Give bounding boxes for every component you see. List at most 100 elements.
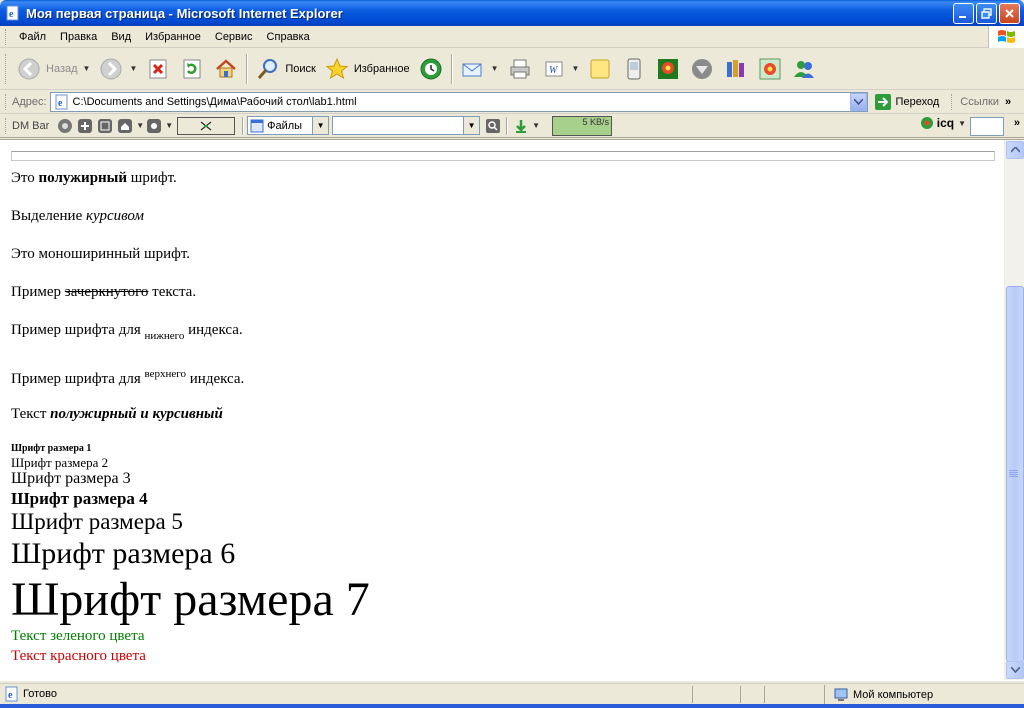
icq-button[interactable]: icq ▼ <box>920 116 966 130</box>
files-label: Файлы <box>267 119 303 132</box>
security-zone[interactable]: Мой компьютер <box>824 685 1024 704</box>
files-select[interactable]: Файлы ▼ <box>247 116 330 135</box>
toolbar-grip[interactable] <box>5 28 8 45</box>
print-button[interactable] <box>503 51 537 87</box>
chevron-down-icon[interactable]: ▼ <box>463 117 480 134</box>
address-dropdown-button[interactable] <box>849 92 867 111</box>
edit-button[interactable]: W ▼ <box>537 51 584 87</box>
print-icon <box>507 56 533 82</box>
dm-bar-label: DM Bar <box>12 119 50 132</box>
research-button[interactable] <box>719 51 753 87</box>
discuss-button[interactable] <box>583 51 617 87</box>
italic-text: курсивом <box>85 208 144 224</box>
speed-indicator: 5 KB/s <box>552 115 613 136</box>
back-dropdown-icon[interactable]: ▼ <box>83 64 91 73</box>
settings-icon[interactable] <box>145 117 163 135</box>
zone-label: Мой компьютер <box>853 688 934 701</box>
download-arrow-icon[interactable] <box>512 117 530 135</box>
chevron-down-icon <box>1010 667 1020 673</box>
contacts-button[interactable] <box>787 51 821 87</box>
search-label: Поиск <box>285 62 316 75</box>
chevron-down-icon[interactable]: ▼ <box>312 117 329 134</box>
links-label[interactable]: Ссылки <box>960 96 999 108</box>
ie-page-icon: e <box>5 686 18 702</box>
svg-text:e: e <box>58 98 63 109</box>
scroll-down-button[interactable] <box>1006 661 1024 679</box>
icq-input[interactable] <box>970 117 1004 136</box>
chevron-down-icon[interactable]: ▼ <box>958 119 966 128</box>
forward-arrow-icon <box>98 56 124 82</box>
address-url: C:\Documents and Settings\Дима\Рабочий с… <box>72 95 357 108</box>
mail-dropdown-icon[interactable]: ▼ <box>491 64 499 73</box>
menu-edit[interactable]: Правка <box>53 31 104 43</box>
title-bar[interactable]: e Моя первая страница - Microsoft Intern… <box>0 0 1024 26</box>
scroll-up-button[interactable] <box>1006 141 1024 159</box>
windows-flag-icon <box>997 30 1015 43</box>
chevron-down-icon[interactable]: ▼ <box>165 121 173 130</box>
forward-dropdown-icon[interactable]: ▼ <box>129 64 137 73</box>
menu-help[interactable]: Справка <box>260 31 317 43</box>
icq-flower-icon <box>920 117 933 129</box>
search-button[interactable]: Поиск <box>251 51 319 87</box>
menu-file[interactable]: Файл <box>12 31 53 43</box>
address-input[interactable]: e C:\Documents and Settings\Дима\Рабочий… <box>49 91 868 112</box>
go-button[interactable]: Переход <box>874 93 939 111</box>
scroll-thumb-grip <box>1009 470 1018 478</box>
add-icon[interactable] <box>76 117 94 135</box>
favorites-button[interactable]: Избранное <box>320 51 414 87</box>
toolbar-grip[interactable] <box>5 53 8 84</box>
chevron-more-icon[interactable]: » <box>1014 117 1020 129</box>
menu-tools[interactable]: Сервис <box>208 31 260 43</box>
toolbar-grip[interactable] <box>951 93 954 110</box>
maximize-button[interactable] <box>976 3 997 24</box>
home-button[interactable] <box>209 51 243 87</box>
standard-toolbar: Назад ▼ ▼ Поиск Избранное ▼ W ▼ <box>0 48 1024 90</box>
strike-text: зачеркнутого <box>64 284 149 300</box>
chevron-more-icon[interactable]: » <box>1005 96 1011 108</box>
globe-icon[interactable] <box>56 117 74 135</box>
menu-favorites[interactable]: Избранное <box>138 31 208 43</box>
font-size-7: Шрифт размера 7 <box>11 573 370 626</box>
minimize-button[interactable] <box>953 3 974 24</box>
close-button[interactable] <box>999 3 1020 24</box>
close-icon <box>1005 9 1014 18</box>
dm-toolbar: DM Bar ▼ ▼ Файлы ▼ ▼ ▼ 5 KB/s icq ▼ » <box>0 114 1024 138</box>
page-content: Это полужирный шрифт. Выделение курсивом… <box>0 140 1004 680</box>
icq-pro-button[interactable] <box>651 51 685 87</box>
horizontal-rule <box>11 151 995 161</box>
messenger-button[interactable] <box>617 51 651 87</box>
chevron-down-icon[interactable]: ▼ <box>532 121 540 130</box>
toolbar-grip[interactable] <box>5 117 8 134</box>
refresh-button[interactable] <box>175 51 209 87</box>
font-size-5: Шрифт размера 5 <box>11 509 183 534</box>
status-panel <box>740 685 764 703</box>
chevron-down-icon[interactable]: ▼ <box>136 121 144 130</box>
search-icon[interactable] <box>484 117 502 135</box>
shield-button[interactable] <box>685 51 719 87</box>
stop-button[interactable] <box>141 51 175 87</box>
back-button[interactable]: Назад ▼ <box>12 51 94 87</box>
dm-url-combo[interactable]: ▼ <box>332 116 481 135</box>
windows-logo <box>988 26 1024 48</box>
status-text: Готово <box>23 688 57 700</box>
forward-button[interactable]: ▼ <box>94 51 141 87</box>
bold-italic-line: Текст полужирный и курсивный <box>11 406 223 422</box>
ie-page-icon: e <box>55 94 68 109</box>
chevron-down-icon <box>853 98 863 105</box>
mail-button[interactable]: ▼ <box>456 51 503 87</box>
windows-icon[interactable] <box>96 117 114 135</box>
download-indicator[interactable] <box>177 116 236 135</box>
menu-view[interactable]: Вид <box>104 31 138 43</box>
device-icon <box>621 56 647 82</box>
toolbar-separator <box>246 53 249 84</box>
history-button[interactable] <box>414 51 448 87</box>
toolbar-grip[interactable] <box>5 93 8 110</box>
home-icon <box>213 56 239 82</box>
home-icon[interactable] <box>116 117 134 135</box>
edit-dropdown-icon[interactable]: ▼ <box>572 64 580 73</box>
vertical-scrollbar[interactable] <box>1004 140 1024 680</box>
messenger-people-icon <box>791 56 817 82</box>
note-icon <box>587 56 613 82</box>
icq-button[interactable] <box>753 51 787 87</box>
download-cross-icon <box>200 121 212 130</box>
